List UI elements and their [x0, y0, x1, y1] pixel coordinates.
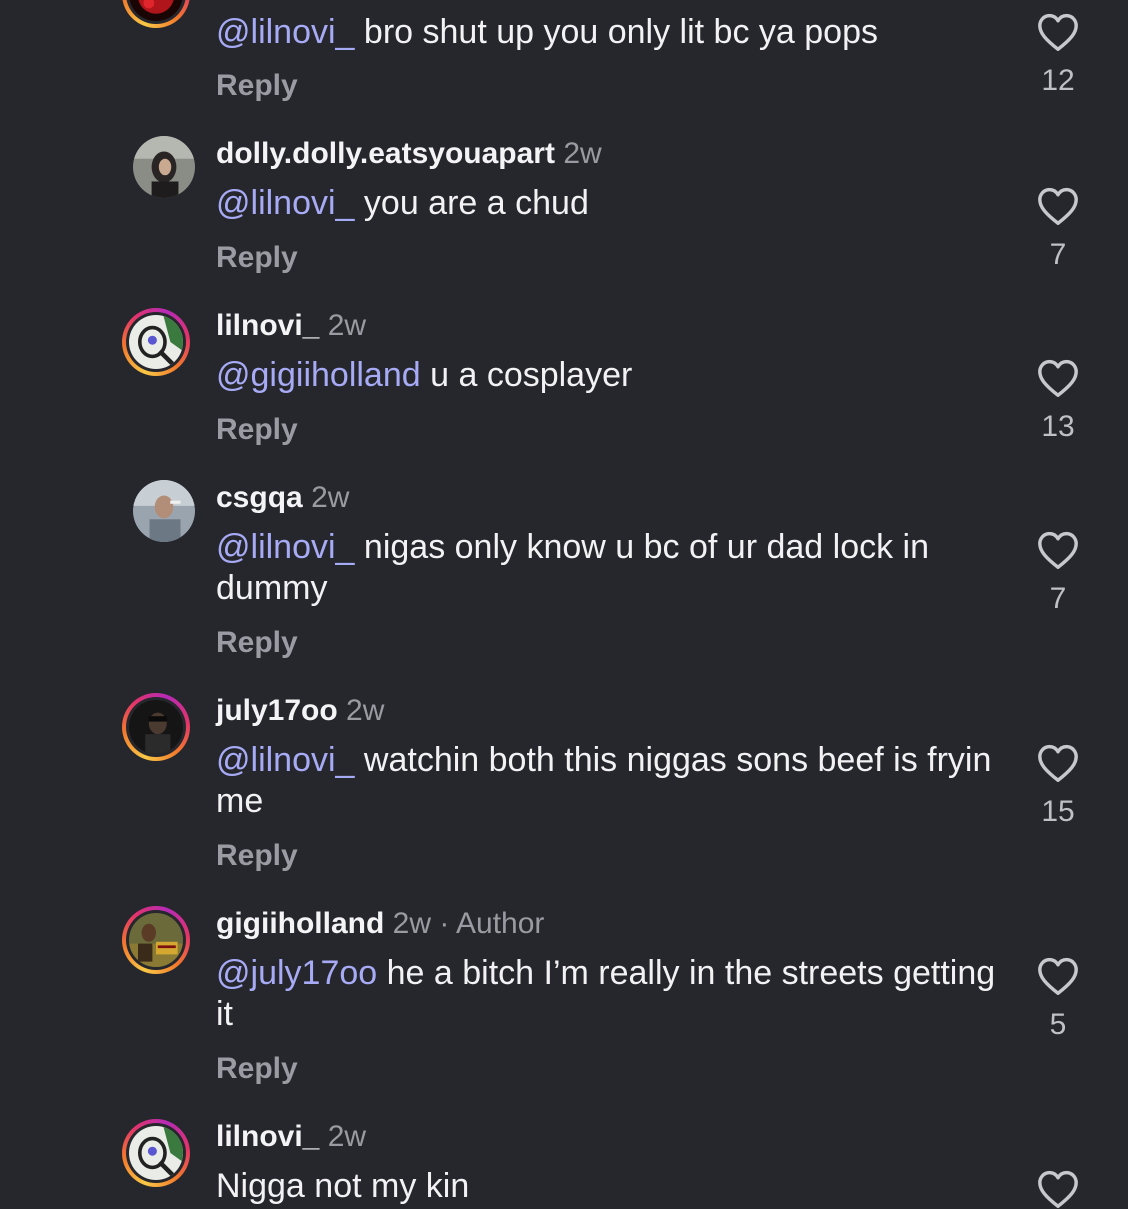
timestamp: 2w	[311, 481, 350, 514]
comment-text: @july17oo he a bitch I’m really in the s…	[216, 954, 996, 1033]
mention-link[interactable]: @lilnovi_	[216, 13, 354, 51]
timestamp: 2w	[392, 907, 432, 940]
heart-outline-icon[interactable]	[1036, 530, 1080, 570]
avatar[interactable]	[122, 308, 190, 376]
like-control: 15	[1030, 743, 1086, 829]
username[interactable]: lilnovi_	[216, 309, 319, 342]
like-count: 12	[1041, 64, 1075, 97]
reply-button[interactable]: Reply	[216, 1051, 298, 1087]
like-count: 15	[1041, 795, 1075, 828]
like-control: 12	[1030, 12, 1086, 98]
avatar[interactable]	[122, 693, 190, 761]
mention-link[interactable]: @lilnovi_	[216, 184, 354, 222]
reply-button[interactable]: Reply	[216, 625, 298, 661]
username[interactable]: gigiiholland	[216, 907, 384, 940]
reply-button[interactable]: Reply	[216, 240, 298, 276]
like-count: 13	[1041, 410, 1075, 443]
timestamp: 2w	[346, 694, 385, 727]
comment-header: dolly.dolly.eatsyouapart 2w	[216, 136, 602, 172]
reply-button[interactable]: Reply	[216, 68, 298, 104]
username[interactable]: dolly.dolly.eatsyouapart	[216, 137, 555, 170]
avatar[interactable]	[133, 136, 195, 198]
like-count: 5	[1049, 1008, 1067, 1041]
comment-header: gigiiholland 2w · Author	[216, 906, 544, 942]
username[interactable]: july17oo	[216, 694, 338, 727]
heart-outline-icon[interactable]	[1036, 1169, 1080, 1209]
mention-link[interactable]: @lilnovi_	[216, 741, 354, 779]
mention-link[interactable]: @gigiiholland	[216, 356, 421, 394]
comment-text: Nigga not my kin	[216, 1167, 470, 1205]
comment-text: @gigiiholland u a cosplayer	[216, 356, 633, 394]
timestamp: 2w	[327, 1120, 367, 1153]
avatar[interactable]	[133, 480, 195, 542]
heart-outline-icon[interactable]	[1036, 358, 1080, 398]
timestamp: 2w	[327, 309, 367, 342]
like-count: 7	[1049, 238, 1067, 271]
comment-header: lilnovi_ 2w	[216, 308, 366, 344]
timestamp: 2w	[563, 137, 602, 170]
like-control	[1030, 1169, 1086, 1209]
username[interactable]: lilnovi_	[216, 1120, 319, 1153]
heart-outline-icon[interactable]	[1036, 956, 1080, 996]
comment-header: csgqa 2w	[216, 480, 349, 516]
comment-text: @lilnovi_ watchin both this niggas sons …	[216, 741, 992, 820]
heart-outline-icon[interactable]	[1036, 186, 1080, 226]
comment-text: @lilnovi_ you are a chud	[216, 184, 589, 222]
reply-button[interactable]: Reply	[216, 412, 298, 448]
comment-header: july17oo 2w	[216, 693, 384, 729]
like-control: 5	[1030, 956, 1086, 1042]
heart-outline-icon[interactable]	[1036, 743, 1080, 783]
comment-text: @lilnovi_ nigas only know u bc of ur dad…	[216, 528, 930, 607]
mention-link[interactable]: @lilnovi_	[216, 528, 354, 566]
avatar[interactable]	[122, 1119, 190, 1187]
reply-button[interactable]: Reply	[216, 838, 298, 874]
like-control: 13	[1030, 358, 1086, 444]
avatar[interactable]	[122, 906, 190, 974]
avatar[interactable]	[122, 0, 190, 28]
username[interactable]: csgqa	[216, 481, 303, 514]
mention-link[interactable]: @july17oo	[216, 954, 377, 992]
comment-header: lilnovi_ 2w	[216, 1119, 366, 1155]
like-control: 7	[1030, 186, 1086, 272]
comment-text: @lilnovi_ bro shut up you only lit bc ya…	[216, 13, 878, 51]
author-badge: · Author	[431, 907, 545, 940]
like-count: 7	[1049, 582, 1067, 615]
like-control: 7	[1030, 530, 1086, 616]
heart-outline-icon[interactable]	[1036, 12, 1080, 52]
